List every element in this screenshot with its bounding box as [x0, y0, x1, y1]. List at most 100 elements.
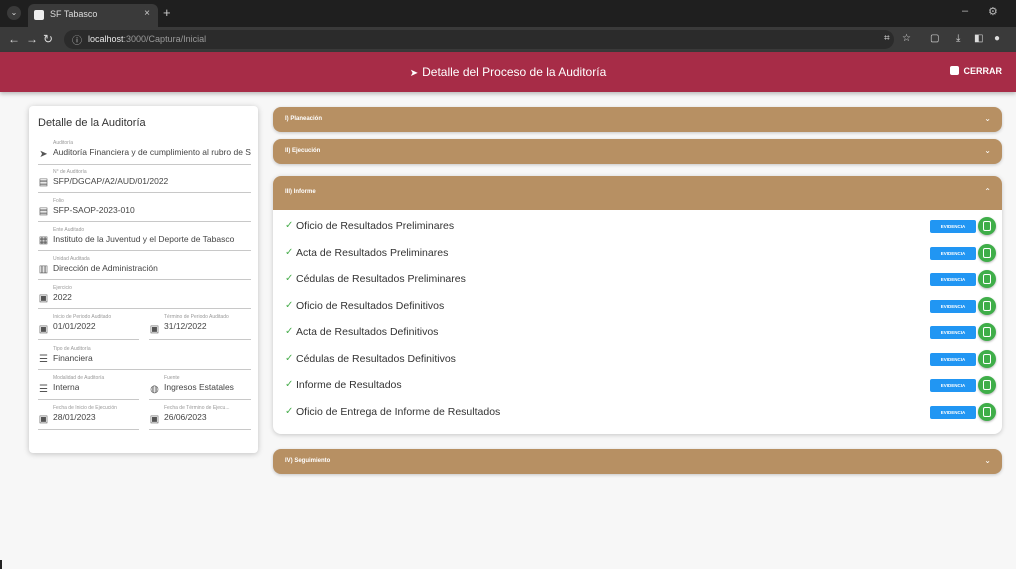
office-icon: ▥ — [38, 264, 49, 275]
split-view-icon[interactable]: ◧ — [974, 33, 983, 44]
reload-icon[interactable]: ↻ — [43, 32, 53, 46]
field-value: 28/01/2023 — [53, 412, 96, 422]
window-menu-icon[interactable]: ⚙ — [988, 5, 998, 18]
browser-tab-strip: ⌄ SF Tabasco × + – ⚙ — [0, 0, 1016, 27]
address-bar[interactable]: ⓘ localhost:3000/Captura/Inicial — [64, 30, 894, 49]
chevron-right-icon: ➤ — [39, 149, 48, 160]
sidebar-icon[interactable]: ▢ — [930, 33, 939, 44]
document-icon — [983, 327, 991, 337]
document-icon — [983, 221, 991, 231]
calendar-icon: ▣ — [38, 414, 49, 425]
calendar-icon: ▣ — [149, 324, 160, 335]
field-auditoria: ➤ Auditoría Auditoría Financiera y de cu… — [38, 140, 251, 165]
calendar-icon: ▣ — [149, 414, 160, 425]
tab-menu-icon[interactable]: ⌄ — [7, 6, 21, 20]
audit-detail-card: Detalle de la Auditoría ➤ Auditoría Audi… — [29, 106, 258, 453]
field-label: Ente Auditado — [53, 227, 85, 233]
list-item: ✓ Oficio de Resultados Preliminares EVIDEN… — [273, 215, 1002, 241]
accordion-informe-header[interactable]: III) Informe ⌃ — [273, 176, 1002, 210]
favicon-icon — [34, 10, 44, 20]
browser-tab[interactable]: SF Tabasco × — [28, 4, 158, 27]
bookmark-star-icon[interactable]: ☆ — [902, 33, 911, 44]
calendar-icon: ▣ — [38, 293, 49, 304]
evidence-button[interactable]: EVIDENCIA — [930, 379, 976, 392]
document-button[interactable] — [978, 296, 996, 315]
browser-toolbar: ← → ↻ ⓘ localhost:3000/Captura/Inicial ⌗… — [0, 27, 1016, 52]
close-button[interactable]: CERRAR — [950, 66, 1002, 76]
field-label: Folio — [53, 198, 64, 204]
chevron-down-icon: ⌄ — [984, 146, 991, 155]
document-icon — [983, 274, 991, 284]
window-edge — [0, 560, 8, 569]
document-button[interactable] — [978, 323, 996, 341]
field-ente-auditado: ▦ Ente Auditado Instituto de la Juventud… — [38, 227, 251, 251]
evidence-button[interactable]: EVIDENCIA — [930, 352, 976, 366]
accordion-planeacion[interactable]: I) Planeación ⌄ — [273, 107, 1002, 132]
minimize-icon[interactable]: – — [962, 5, 968, 17]
check-icon: ✓ — [285, 352, 294, 364]
document-icon — [983, 380, 991, 390]
document-button[interactable] — [978, 376, 996, 394]
id-card-icon: ▤ — [38, 206, 49, 217]
document-button[interactable] — [978, 349, 996, 368]
field-value: 2022 — [53, 292, 72, 302]
card-title: Detalle de la Auditoría — [38, 117, 146, 129]
building-icon: ▦ — [38, 235, 49, 246]
field-label: Inicio de Periodo Auditado — [53, 314, 112, 320]
evidence-button[interactable]: EVIDENCIA — [930, 326, 976, 339]
field-tipo-auditoria: ☰ Tipo de Auditoría Financiera — [38, 346, 251, 370]
field-label: Fuente — [164, 375, 180, 381]
list-item: ✓ Acta de Resultados Preliminares EVIDENCI… — [273, 242, 1002, 268]
id-card-icon: ▤ — [38, 177, 49, 188]
document-button[interactable] — [978, 270, 996, 288]
download-icon[interactable]: ⤓ — [956, 33, 960, 44]
field-fuente: ◍ Fuente Ingresos Estatales — [149, 375, 251, 400]
document-button[interactable] — [978, 243, 996, 262]
item-label: Oficio de Resultados Definitivos — [296, 299, 445, 312]
field-value: 31/12/2022 — [164, 321, 207, 331]
check-icon: ✓ — [285, 273, 294, 284]
accordion-label: I) Planeación — [285, 116, 323, 122]
evidence-button[interactable]: EVIDENCIA — [930, 220, 976, 233]
document-icon — [983, 406, 991, 417]
exit-icon — [950, 66, 960, 75]
field-value: Instituto de la Juventud y el Deporte de… — [53, 234, 235, 244]
profile-icon[interactable]: ● — [994, 33, 1000, 44]
field-label: Término de Periodo Auditado — [164, 314, 229, 320]
evidence-button[interactable]: EVIDENCIA — [930, 405, 976, 419]
field-label: Unidad Auditada — [53, 256, 90, 262]
item-label: Acta de Resultados Definitivos — [296, 326, 439, 338]
field-label: Fecha de Término de Ejecu... — [164, 405, 230, 411]
new-tab-icon[interactable]: + — [163, 5, 171, 20]
back-icon[interactable]: ← — [8, 32, 20, 46]
field-value: 01/01/2022 — [53, 321, 96, 331]
list-item: ✓ Cédulas de Resultados Preliminares EVIDE… — [273, 268, 1002, 294]
check-icon: ✓ — [285, 246, 294, 258]
app-header: ➤ Detalle del Proceso de la Auditoría CER… — [0, 52, 1016, 92]
page-title: ➤ Detalle del Proceso de la Auditoría — [409, 65, 607, 79]
tab-close-icon[interactable]: × — [144, 8, 150, 19]
item-label: Cédulas de Resultados Definitivos — [296, 352, 456, 365]
accordion-seguimiento[interactable]: IV) Seguimiento ⌄ — [273, 449, 1002, 474]
evidence-button[interactable]: EVIDENCIA — [930, 299, 976, 313]
forward-icon[interactable]: → — [26, 32, 38, 46]
document-button[interactable] — [978, 402, 996, 421]
field-value: Ingresos Estatales — [164, 382, 234, 392]
document-button[interactable] — [978, 217, 996, 235]
globe-icon: ◍ — [150, 384, 159, 395]
list-icon: ☰ — [39, 354, 48, 365]
site-info-icon[interactable]: ⓘ — [72, 32, 82, 47]
item-label: Cédulas de Resultados Preliminares — [296, 273, 466, 285]
evidence-button[interactable]: EVIDENCIA — [930, 246, 976, 260]
accordion-ejecucion[interactable]: II) Ejecución ⌄ — [273, 139, 1002, 164]
translate-icon[interactable]: ⌗ — [884, 33, 890, 44]
field-unidad-auditada: ▥ Unidad Auditada Dirección de Administr… — [38, 256, 251, 280]
document-icon — [983, 353, 991, 364]
field-label: Tipo de Auditoría — [53, 346, 91, 352]
field-value: 26/06/2023 — [164, 412, 207, 422]
evidence-button[interactable]: EVIDENCIA — [930, 273, 976, 286]
url-text: localhost:3000/Captura/Inicial — [88, 34, 207, 44]
accordion-informe: III) Informe ⌃ ✓ Oficio de Resultados Pre… — [273, 176, 1002, 434]
field-inicio-periodo: ▣ Inicio de Periodo Auditado 01/01/2022 — [38, 314, 139, 340]
field-label: Fecha de Inicio de Ejecución — [53, 405, 117, 411]
